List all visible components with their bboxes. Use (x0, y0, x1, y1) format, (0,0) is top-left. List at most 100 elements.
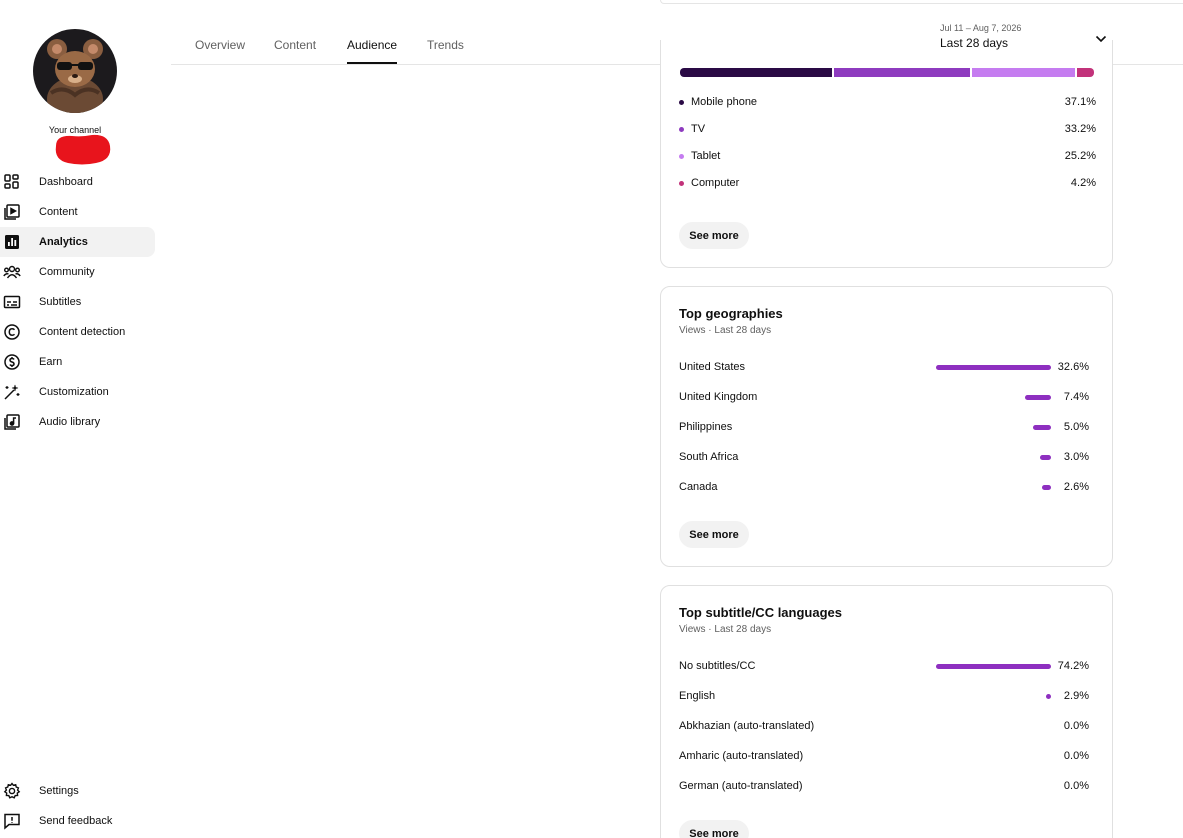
metric-row: United States 32.6% (679, 361, 1089, 375)
legend-value: 33.2% (1064, 123, 1096, 135)
metric-row: German (auto-translated) 0.0% (679, 780, 1089, 794)
sidebar-item-content-detection[interactable]: Content detection (0, 317, 155, 347)
devices-see-more-button[interactable]: See more (679, 222, 749, 249)
metric-bar-track (936, 455, 1051, 460)
metric-value: 5.0% (1063, 421, 1089, 433)
subtitles-icon (3, 295, 21, 309)
metric-row: South Africa 3.0% (679, 451, 1089, 465)
metric-bar-track (936, 395, 1051, 400)
metric-bar (936, 365, 1051, 370)
metric-row: English 2.9% (679, 690, 1089, 704)
sidebar-item-content[interactable]: Content (0, 197, 155, 227)
metric-bar (1040, 455, 1051, 460)
tab-audience[interactable]: Audience (347, 38, 397, 52)
sidebar-item-settings[interactable]: Settings (0, 776, 155, 806)
metric-label: United Kingdom (679, 391, 758, 403)
metric-bar-track (936, 365, 1051, 370)
sidebar-item-label: Dashboard (39, 176, 93, 188)
dashboard-icon (4, 174, 19, 189)
date-period-label: Last 28 days (940, 36, 1009, 50)
metric-bar (1033, 425, 1051, 430)
legend-label: Computer (691, 177, 740, 189)
metric-row: Canada 2.6% (679, 481, 1089, 495)
sidebar-item-label: Audio library (39, 416, 101, 428)
card-subtitle: Views · Last 28 days (679, 624, 772, 635)
legend-dot (679, 100, 684, 105)
tab-trends[interactable]: Trends (427, 38, 464, 52)
metric-label: No subtitles/CC (679, 660, 756, 672)
metric-bar-track (936, 754, 1051, 759)
metric-bar-track (936, 724, 1051, 729)
metric-row: No subtitles/CC 74.2% (679, 660, 1089, 674)
legend-value: 4.2% (1070, 177, 1096, 189)
metric-row: Abkhazian (auto-translated) 0.0% (679, 720, 1089, 734)
metric-label: Canada (679, 481, 718, 493)
legend-label: Tablet (691, 150, 721, 162)
metric-bar-track (936, 664, 1051, 669)
legend-label: Mobile phone (691, 96, 758, 108)
channel-avatar[interactable] (33, 29, 117, 113)
metric-bar (1046, 694, 1051, 699)
date-range-text: Jul 11 – Aug 7, 2026 (940, 23, 1022, 33)
legend-value: 37.1% (1064, 96, 1096, 108)
device-stacked-bar (680, 68, 1094, 77)
legend-dot (679, 181, 684, 186)
metric-bar (936, 664, 1051, 669)
sidebar-item-analytics[interactable]: Analytics (0, 227, 155, 257)
metric-value: 0.0% (1063, 780, 1089, 792)
device-bar-segment (971, 68, 1075, 77)
metric-value: 2.9% (1063, 690, 1089, 702)
metric-label: English (679, 690, 716, 702)
metric-label: Philippines (679, 421, 733, 433)
device-legend-row: TV 33.2% (679, 123, 1096, 137)
metric-value: 32.6% (1057, 361, 1089, 373)
magic-wand-icon (4, 384, 20, 400)
chevron-down-icon (1095, 35, 1107, 43)
tab-content[interactable]: Content (274, 38, 316, 52)
sidebar-item-customization[interactable]: Customization (0, 377, 155, 407)
card-title: Top geographies (679, 306, 783, 321)
sidebar-item-label: Customization (39, 386, 109, 398)
metric-value: 7.4% (1063, 391, 1089, 403)
date-range-picker[interactable]: Jul 11 – Aug 7, 2026 Last 28 days (940, 22, 1110, 58)
sidebar-item-label: Community (39, 266, 95, 278)
audio-library-icon (4, 414, 20, 430)
metric-bar (1041, 485, 1051, 490)
metric-bar-track (936, 425, 1051, 430)
legend-dot (679, 154, 684, 159)
community-icon (3, 265, 21, 279)
device-type-card: Mobile phone 37.1% TV 33.2% Tablet 25.2% Compu… (660, 40, 1113, 268)
legend-value: 25.2% (1064, 150, 1096, 162)
content-icon (4, 204, 20, 220)
metric-row: Amharic (auto-translated) 0.0% (679, 750, 1089, 764)
metric-value: 0.0% (1063, 750, 1089, 762)
metric-label: Abkhazian (auto-translated) (679, 720, 815, 732)
card-title: Top subtitle/CC languages (679, 605, 842, 620)
sidebar-item-dashboard[interactable]: Dashboard (0, 167, 155, 197)
sidebar-item-subtitles[interactable]: Subtitles (0, 287, 155, 317)
tab-overview[interactable]: Overview (195, 38, 245, 52)
device-legend-row: Tablet 25.2% (679, 150, 1096, 164)
top-geographies-card: Top geographies Views · Last 28 days Uni… (660, 286, 1113, 567)
languages-see-more-button[interactable]: See more (679, 820, 749, 838)
card-subtitle: Views · Last 28 days (679, 325, 772, 336)
device-bar-segment (680, 68, 832, 77)
device-bar-segment (833, 68, 970, 77)
device-legend-row: Computer 4.2% (679, 177, 1096, 191)
metric-label: Amharic (auto-translated) (679, 750, 804, 762)
sidebar-item-community[interactable]: Community (0, 257, 155, 287)
sidebar-item-send-feedback[interactable]: Send feedback (0, 806, 155, 836)
analytics-icon (5, 235, 19, 249)
gear-icon (3, 782, 21, 799)
sidebar-item-label: Content (39, 206, 78, 218)
metric-bar-track (936, 694, 1051, 699)
metric-row: United Kingdom 7.4% (679, 391, 1089, 405)
sidebar-item-audio-library[interactable]: Audio library (0, 407, 155, 437)
feedback-icon (4, 813, 20, 830)
sidebar-item-label: Content detection (39, 326, 126, 338)
card-edge (660, 0, 1183, 4)
geographies-see-more-button[interactable]: See more (679, 521, 749, 548)
sidebar-item-label: Settings (39, 785, 79, 797)
legend-dot (679, 127, 684, 132)
sidebar-item-earn[interactable]: Earn (0, 347, 155, 377)
